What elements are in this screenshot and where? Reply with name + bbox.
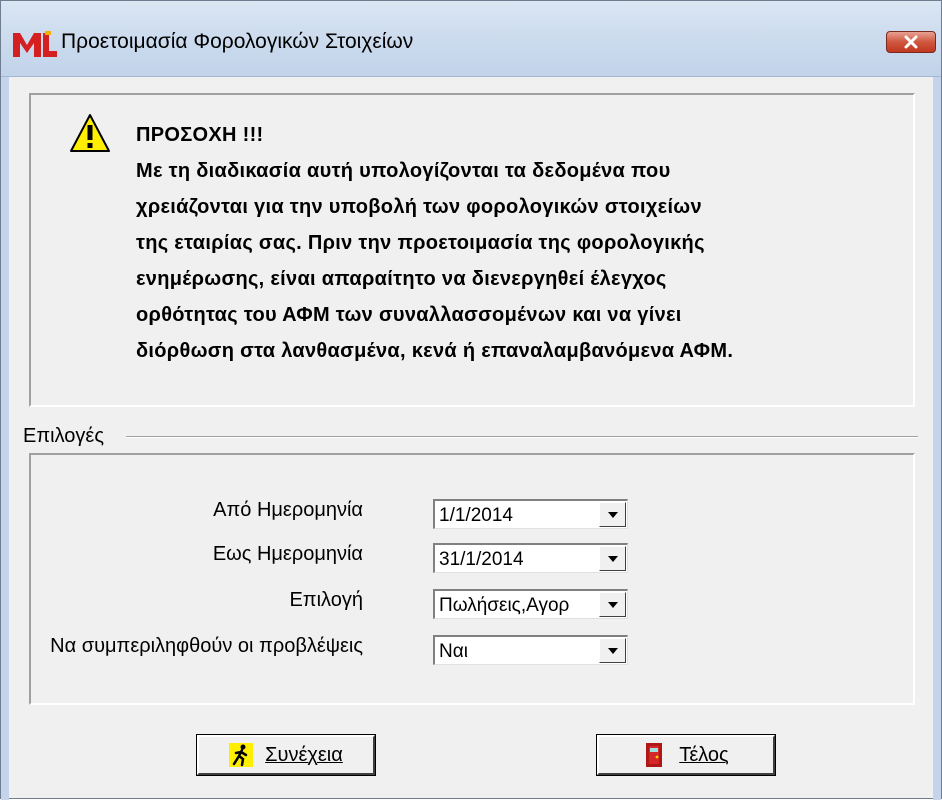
chevron-down-icon (607, 511, 618, 518)
include-provisions-combo[interactable]: Ναι (433, 635, 628, 665)
include-provisions-label: Να συμπεριληφθούν οι προβλέψεις (50, 635, 363, 657)
close-icon (904, 35, 918, 49)
warning-message: ΠΡΟΣΟΧΗ !!! Με τη διαδικασία αυτή υπολογ… (136, 117, 896, 369)
dialog-window: Προετοιμασία Φορολογικών Στοιχείων ΠΡΟΣΟ… (0, 0, 942, 800)
window-frame-left (1, 77, 9, 800)
from-date-value: 1/1/2014 (439, 505, 513, 526)
chevron-down-icon (607, 601, 618, 608)
to-date-label: Εως Ημερομηνία (212, 543, 363, 565)
warning-heading: ΠΡΟΣΟΧΗ !!! (136, 124, 264, 146)
warning-triangle-icon (70, 114, 110, 152)
include-provisions-value: Ναι (439, 641, 468, 662)
chevron-down-icon (607, 647, 618, 654)
running-man-icon (229, 743, 254, 767)
window-title: Προετοιμασία Φορολογικών Στοιχείων (61, 30, 414, 53)
warning-line: ορθότητας του ΑΦΜ των συναλλασσομένων κα… (136, 304, 682, 326)
chevron-down-icon (607, 555, 618, 562)
end-button[interactable]: Τέλος (596, 734, 776, 776)
continue-button[interactable]: Συνέχεια (196, 734, 376, 776)
from-date-combo[interactable]: 1/1/2014 (433, 499, 628, 529)
warning-line: διόρθωση στα λανθασμένα, κενά ή επαναλαμ… (136, 340, 734, 362)
selection-label: Επιλογή (289, 589, 363, 611)
close-button[interactable] (886, 31, 936, 53)
end-button-label: Τέλος (679, 743, 729, 766)
selection-dropdown-button[interactable] (599, 592, 626, 617)
include-provisions-dropdown-button[interactable] (599, 638, 626, 663)
warning-line: χρειάζονται για την υποβολή των φορολογι… (136, 196, 702, 218)
selection-combo[interactable]: Πωλήσεις,Αγορ (433, 589, 628, 619)
options-caption: Επιλογές (23, 425, 110, 448)
from-date-dropdown-button[interactable] (599, 502, 626, 527)
warning-line: Με τη διαδικασία αυτή υπολογίζονται τα δ… (136, 160, 671, 182)
options-divider (126, 436, 918, 438)
title-bar[interactable]: Προετοιμασία Φορολογικών Στοιχείων (1, 1, 941, 77)
to-date-dropdown-button[interactable] (599, 546, 626, 571)
continue-button-label: Συνέχεια (265, 743, 343, 766)
to-date-combo[interactable]: 31/1/2014 (433, 543, 628, 573)
window-frame-right (933, 77, 941, 800)
app-logo-icon (13, 31, 57, 57)
to-date-value: 31/1/2014 (439, 549, 524, 570)
selection-value: Πωλήσεις,Αγορ (439, 595, 570, 616)
warning-line: της εταιρίας σας. Πριν την προετοιμασία … (136, 232, 705, 254)
from-date-label: Από Ημερομηνία (213, 499, 363, 521)
options-panel: Από Ημερομηνία 1/1/2014 Εως Ημερομηνία 3… (29, 453, 915, 705)
warning-line: ενημέρωσης, είναι απαραίτητο να διενεργη… (136, 268, 667, 290)
door-exit-icon (646, 743, 663, 767)
warning-panel: ΠΡΟΣΟΧΗ !!! Με τη διαδικασία αυτή υπολογ… (29, 93, 915, 407)
